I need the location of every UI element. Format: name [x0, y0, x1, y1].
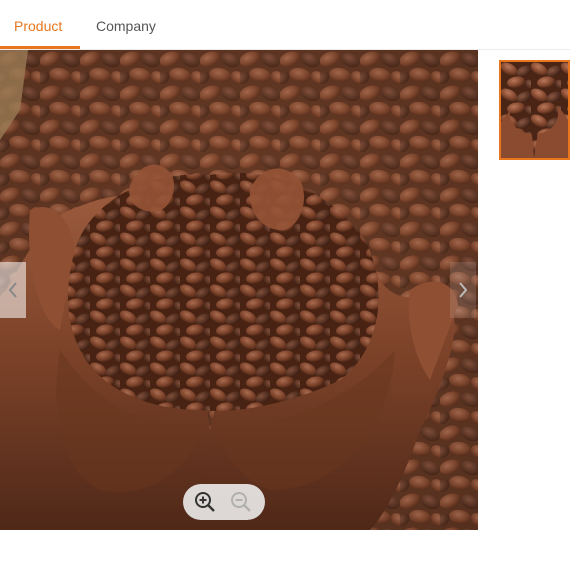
cocoa-beans-thumbnail [501, 62, 568, 158]
chevron-left-icon [8, 282, 17, 298]
tab-product[interactable]: Product [14, 18, 62, 34]
zoom-out-icon [231, 492, 251, 512]
main-product-image[interactable] [0, 50, 478, 530]
zoom-out-button[interactable] [230, 491, 252, 513]
zoom-in-button[interactable] [194, 491, 216, 513]
tab-bar: Product Company [0, 0, 570, 50]
active-tab-indicator [0, 46, 80, 49]
chevron-right-icon [459, 282, 468, 298]
thumbnail-image-1[interactable] [499, 60, 570, 160]
cocoa-beans-photo [0, 50, 478, 530]
zoom-in-icon [195, 492, 215, 512]
next-image-button[interactable] [450, 262, 476, 318]
tab-company[interactable]: Company [96, 18, 156, 34]
zoom-controls [183, 484, 265, 520]
prev-image-button[interactable] [0, 262, 26, 318]
